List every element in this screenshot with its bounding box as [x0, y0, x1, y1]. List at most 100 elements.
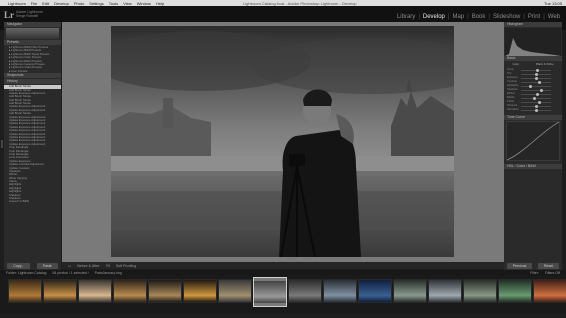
- module-develop[interactable]: Develop: [423, 14, 445, 20]
- thumbnail-image: [79, 280, 111, 302]
- history-step[interactable]: Convert to B&W: [4, 200, 61, 203]
- identity-line2: Serge Ramelli: [16, 14, 38, 18]
- menu-settings[interactable]: Settings: [89, 1, 103, 6]
- filmstrip: [0, 276, 566, 314]
- menu-photo[interactable]: Photo: [74, 1, 84, 6]
- module-picker: Library | Develop | Map | Book | Slideshow | …: [394, 14, 560, 20]
- histogram-graph: [505, 38, 561, 56]
- menu-file[interactable]: File: [31, 1, 37, 6]
- thumbnail-image: [534, 280, 566, 302]
- filmstrip-thumbnail[interactable]: [78, 279, 112, 303]
- menu-develop[interactable]: Develop: [54, 1, 69, 6]
- main-photo[interactable]: [111, 26, 454, 257]
- module-separator: |: [523, 14, 525, 20]
- treatment-bw[interactable]: Black & White: [536, 62, 553, 66]
- zoom-level[interactable]: Fit: [106, 264, 110, 268]
- view-mode-icon[interactable]: ▭: [68, 264, 71, 268]
- filmstrip-thumbnail[interactable]: [428, 279, 462, 303]
- module-web[interactable]: Web: [548, 14, 560, 20]
- slider-track[interactable]: [521, 86, 551, 87]
- filmstrip-thumbnail[interactable]: [463, 279, 497, 303]
- module-separator: |: [467, 14, 469, 20]
- menu-edit[interactable]: Edit: [42, 1, 49, 6]
- thumbnail-image: [149, 280, 181, 302]
- module-print[interactable]: Print: [528, 14, 540, 20]
- photo-canvas: [62, 22, 504, 262]
- slider-knob[interactable]: [534, 108, 538, 112]
- slider-label: Contrast: [507, 80, 517, 83]
- thumbnail-image: [44, 280, 76, 302]
- filmstrip-thumbnail[interactable]: [498, 279, 532, 303]
- slider-track[interactable]: [521, 102, 551, 103]
- filmstrip-source[interactable]: Folder: Lightroom Catalog: [6, 271, 46, 275]
- before-after-label[interactable]: Before & After:: [77, 264, 100, 268]
- slider-label: Highlights: [507, 84, 519, 87]
- module-map[interactable]: Map: [452, 14, 464, 20]
- filter-value[interactable]: Filters Off: [545, 271, 560, 275]
- slider-label: Whites: [507, 92, 515, 95]
- filmstrip-thumbnail[interactable]: [358, 279, 392, 303]
- filmstrip-thumbnail[interactable]: [183, 279, 217, 303]
- previous-button[interactable]: Previous: [506, 262, 533, 269]
- thumbnail-image: [219, 280, 251, 302]
- snapshots-header[interactable]: Snapshots: [4, 73, 61, 79]
- slider-track[interactable]: [521, 82, 551, 83]
- filmstrip-thumbnail[interactable]: [288, 279, 322, 303]
- treatment-row: Color Black & White: [504, 62, 562, 66]
- thumbnail-image: [254, 281, 286, 303]
- tone-curve-header[interactable]: Tone Curve: [504, 115, 562, 120]
- slider-label: Saturation: [507, 108, 519, 111]
- basic-sliders: Temp Tint Exposure Contrast Highlights Shadow…: [504, 68, 562, 112]
- copy-button[interactable]: Copy...: [7, 262, 31, 269]
- module-library[interactable]: Library: [397, 14, 415, 20]
- filmstrip-thumbnail[interactable]: [8, 279, 42, 303]
- navigator-header[interactable]: Navigator: [4, 22, 61, 27]
- menu-lightroom[interactable]: Lightroom: [8, 1, 26, 6]
- photo-image: [111, 26, 454, 257]
- slider-label: Tint: [507, 72, 512, 75]
- filmstrip-thumbnail[interactable]: [533, 279, 566, 303]
- paste-button[interactable]: Paste: [36, 262, 58, 269]
- histogram: [505, 28, 561, 56]
- filmstrip-thumbnail[interactable]: [253, 277, 287, 307]
- filmstrip-thumbnail[interactable]: [393, 279, 427, 303]
- identity-text: Adobe Lightroom Serge Ramelli: [16, 10, 43, 18]
- right-panel-buttons: Previous Reset: [504, 262, 562, 269]
- thumbnail-image: [499, 280, 531, 302]
- histogram-header[interactable]: Histogram: [504, 22, 562, 27]
- thumbnail-image: [394, 280, 426, 302]
- window-title: Lightroom Catalog.lrcat - Adobe Photosho…: [243, 0, 357, 6]
- menu-tools[interactable]: Tools: [109, 1, 118, 6]
- module-separator: |: [488, 14, 490, 20]
- filmstrip-thumbnail[interactable]: [43, 279, 77, 303]
- thumbnail-image: [9, 280, 41, 302]
- presets-list: ▸ Lightroom B&W Filter Presets ▸ Lightroo…: [4, 46, 61, 73]
- slider-track[interactable]: [521, 98, 551, 99]
- reset-button[interactable]: Reset: [538, 262, 560, 269]
- tone-curve-graph[interactable]: [506, 121, 560, 161]
- menu-view[interactable]: View: [123, 1, 132, 6]
- treatment-color[interactable]: Color: [512, 62, 519, 66]
- basic-header[interactable]: Basic: [504, 56, 562, 61]
- navigator-preview[interactable]: [6, 28, 59, 39]
- menu-window[interactable]: Window: [137, 1, 151, 6]
- module-slideshow[interactable]: Slideshow: [493, 14, 520, 20]
- filmstrip-thumbnail[interactable]: [113, 279, 147, 303]
- slider-track[interactable]: [521, 90, 551, 91]
- hsl-header[interactable]: HSL / Color / B&W: [504, 164, 562, 169]
- lightroom-logo: Lr: [4, 10, 14, 20]
- filmstrip-thumbnail[interactable]: [218, 279, 252, 303]
- slider-label: Exposure: [507, 76, 518, 79]
- filmstrip-thumbnail[interactable]: [323, 279, 357, 303]
- menu-help[interactable]: Help: [156, 1, 164, 6]
- module-separator: |: [447, 14, 450, 20]
- filmstrip-thumbnail[interactable]: [148, 279, 182, 303]
- slider-label: Clarity: [507, 100, 515, 103]
- left-panel-toggle[interactable]: [1, 140, 3, 148]
- thumbnail-image: [464, 280, 496, 302]
- filmstrip-filename: ParisJanuary.dng: [94, 271, 122, 275]
- presets-header[interactable]: Presets: [4, 40, 61, 45]
- history-header[interactable]: History: [4, 79, 61, 85]
- module-book[interactable]: Book: [472, 14, 486, 20]
- soft-proofing-toggle[interactable]: Soft Proofing: [116, 264, 136, 268]
